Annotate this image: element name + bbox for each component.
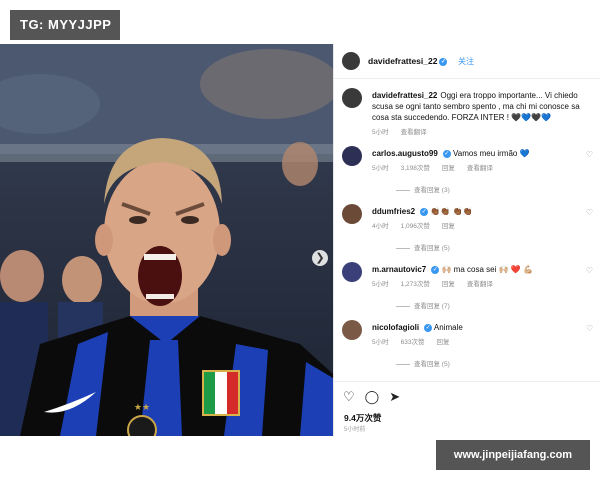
verified-badge-icon: ✓ <box>420 207 429 216</box>
commenter-avatar[interactable] <box>342 320 362 340</box>
commenter-avatar[interactable] <box>342 204 362 224</box>
follow-button[interactable]: 关注 <box>458 56 474 67</box>
divider <box>396 363 410 365</box>
comment-meta: 4小时 1,096次赞 回复 <box>372 221 594 232</box>
comment-meta: 5小时 633次赞 回复 <box>372 337 594 348</box>
share-icon[interactable]: ➤ <box>389 389 400 404</box>
comment-body: ddumfries2 ✓ 👏🏾👏🏾 👏🏾👏🏾 4小时 1,096次赞 回复 <box>372 206 594 232</box>
comments-list[interactable]: davidefrattesi_22 Oggi era troppo importa… <box>334 80 600 380</box>
comment-likes[interactable]: 1,273次赞 <box>401 281 430 288</box>
post-side-panel: davidefrattesi_22 ✓ 关注 davidefrattesi_22 O… <box>333 44 600 436</box>
instagram-post: ★★ ❯ davidefrattesi_22 ✓ 关注 davidefratte… <box>0 44 600 436</box>
post-header: davidefrattesi_22 ✓ 关注 <box>334 44 600 79</box>
comment-time: 5小时 <box>372 281 389 288</box>
reply-button[interactable]: 回复 <box>442 223 455 230</box>
translate-link[interactable]: 查看翻译 <box>467 165 493 172</box>
verified-badge-icon: ✓ <box>442 149 451 158</box>
reply-button[interactable]: 回复 <box>436 339 449 346</box>
player-illustration: ★★ <box>0 44 333 436</box>
author-avatar[interactable] <box>342 52 360 70</box>
post-photo[interactable]: ★★ ❯ <box>0 44 333 436</box>
comment-body: nicolofagioli ✓ Animale 5小时 633次赞 回复 <box>372 322 594 348</box>
comment-likes[interactable]: 3,198次赞 <box>401 165 430 172</box>
comment-body: carlos.augusto99 ✓ Vamos meu irmão 💙 5小时 3… <box>372 148 594 174</box>
comment-meta: 5小时 1,273次赞 回复 查看翻译 <box>372 279 594 290</box>
site-watermark-banner: www.jinpeijiafang.com <box>436 440 590 470</box>
reply-button[interactable]: 回复 <box>442 165 455 172</box>
comment-time: 4小时 <box>372 223 389 230</box>
comment-username[interactable]: ddumfries2 <box>372 207 415 216</box>
tg-watermark-banner: TG: MYYJJPP <box>10 10 120 40</box>
comment-text: Animale <box>433 323 463 332</box>
heart-icon[interactable]: ♡ <box>586 266 593 275</box>
comment-text: Vamos meu irmão 💙 <box>453 149 530 158</box>
comment-time: 5小时 <box>372 165 389 172</box>
author-avatar[interactable] <box>342 88 362 108</box>
author-username[interactable]: davidefrattesi_22 ✓ <box>368 56 448 66</box>
comment-username[interactable]: nicolofagioli <box>372 323 419 332</box>
comment-meta: 5小时 3,198次赞 回复 查看翻译 <box>372 163 594 174</box>
commenter-avatar[interactable] <box>342 146 362 166</box>
reply-button[interactable]: 回复 <box>442 281 455 288</box>
comment-time: 5小时 <box>372 339 389 346</box>
comment-body: m.arnautovic7 ✓ 🙌🏼 ma cosa sei 🙌🏼 ❤️ 💪🏼 5… <box>372 264 594 290</box>
action-icons: ♡ ◯ ➤ <box>343 389 410 405</box>
heart-icon[interactable]: ♡ <box>586 208 593 217</box>
caption-body: davidefrattesi_22 Oggi era troppo importa… <box>372 90 594 138</box>
comment-text: 🙌🏼 ma cosa sei 🙌🏼 ❤️ 💪🏼 <box>441 265 533 274</box>
divider <box>396 305 410 307</box>
comment-likes[interactable]: 633次赞 <box>401 339 425 346</box>
comment-text: 👏🏾👏🏾 👏🏾👏🏾 <box>430 207 473 216</box>
divider <box>396 247 410 249</box>
divider <box>396 189 410 191</box>
translate-link[interactable]: 查看翻译 <box>467 281 493 288</box>
caption-username[interactable]: davidefrattesi_22 <box>372 91 437 100</box>
heart-icon[interactable]: ♡ <box>586 324 593 333</box>
comment-likes[interactable]: 1,096次赞 <box>401 223 430 230</box>
post-timestamp: 5小时前 <box>344 427 366 433</box>
comment-icon[interactable]: ◯ <box>365 389 380 404</box>
comment-username[interactable]: carlos.augusto99 <box>372 149 438 158</box>
translate-link[interactable]: 查看翻译 <box>401 129 427 136</box>
likes-count[interactable]: 9.4万次赞 <box>344 412 381 424</box>
view-replies-link[interactable]: 查看回复 (3) <box>396 184 450 194</box>
post-actions: ♡ ◯ ➤ 9.4万次赞 5小时前 <box>334 381 600 437</box>
verified-badge-icon: ✓ <box>439 57 448 66</box>
heart-icon[interactable]: ♡ <box>586 150 593 159</box>
caption-time: 5小时 <box>372 129 389 136</box>
caption-meta: 5小时 查看翻译 <box>372 127 594 138</box>
view-replies-link[interactable]: 查看回复 (7) <box>396 300 450 310</box>
heart-icon[interactable]: ♡ <box>343 389 355 404</box>
view-replies-link[interactable]: 查看回复 (5) <box>396 242 450 252</box>
commenter-avatar[interactable] <box>342 262 362 282</box>
svg-text:★★: ★★ <box>134 403 150 413</box>
chevron-right-icon[interactable]: ❯ <box>312 250 328 266</box>
comment-username[interactable]: m.arnautovic7 <box>372 265 426 274</box>
verified-badge-icon: ✓ <box>424 323 433 332</box>
view-replies-link[interactable]: 查看回复 (5) <box>396 358 450 368</box>
verified-badge-icon: ✓ <box>431 265 440 274</box>
